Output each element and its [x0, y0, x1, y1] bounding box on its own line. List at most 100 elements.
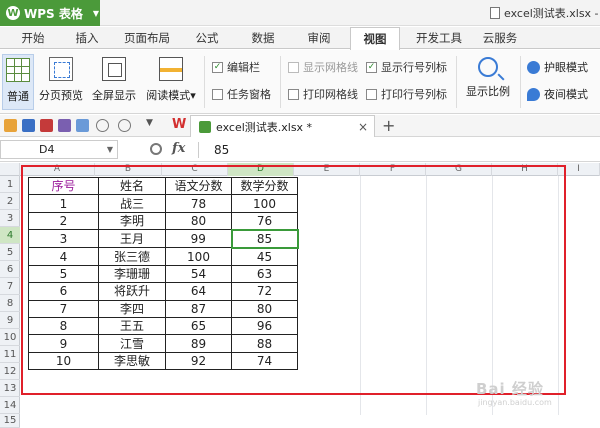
row-header[interactable]: 6	[0, 261, 20, 278]
reading-mode-label: 阅读模式▾	[146, 89, 196, 102]
formula-bar: D4 ▼ fx 85	[0, 138, 600, 162]
redo-icon[interactable]	[118, 119, 131, 132]
checkbox-icon	[288, 61, 299, 73]
full-screen-button[interactable]: 全屏显示	[90, 54, 138, 110]
formula-divider	[198, 142, 199, 158]
formula-input[interactable]: 85	[214, 143, 229, 157]
tab-insert[interactable]: 插入	[70, 27, 104, 49]
checkbox-label: 任务窗格	[227, 88, 271, 101]
row-header[interactable]: 5	[0, 244, 20, 261]
night-mode-label: 夜间模式	[544, 88, 588, 101]
checkbox-show-gridlines[interactable]: 显示网格线	[288, 59, 358, 75]
checkbox-label: 打印行号列标	[381, 88, 447, 101]
ribbon-divider	[520, 56, 521, 108]
search-icon[interactable]	[150, 143, 162, 155]
night-mode-button[interactable]: 夜间模式	[527, 86, 588, 102]
checkbox-label: 显示网格线	[303, 61, 358, 74]
normal-view-icon	[6, 58, 30, 82]
close-icon[interactable]: ×	[358, 120, 368, 134]
tab-document-label: excel测试表.xlsx *	[216, 120, 313, 134]
ribbon-divider	[280, 56, 281, 108]
row-header[interactable]: 10	[0, 329, 20, 346]
undo-icon[interactable]	[96, 119, 109, 132]
checkbox-icon: ✓	[366, 61, 377, 73]
tab-developer[interactable]: 开发工具	[410, 27, 468, 49]
spreadsheet-file-icon	[199, 120, 211, 133]
select-all-corner[interactable]	[0, 163, 20, 176]
normal-view-label: 普通	[7, 90, 29, 103]
checkbox-show-headings[interactable]: ✓ 显示行号列标	[366, 59, 447, 75]
ribbon-divider	[456, 56, 457, 108]
page-break-label: 分页预览	[39, 89, 83, 102]
checkbox-formula-bar[interactable]: ✓ 编辑栏	[212, 59, 260, 75]
row-header[interactable]: 15	[0, 414, 20, 428]
quick-access-toolbar: ▼ W excel测试表.xlsx * × +	[0, 115, 600, 137]
eye-protection-button[interactable]: 护眼模式	[527, 59, 588, 75]
document-icon	[490, 7, 500, 19]
reading-mode-icon	[159, 57, 183, 81]
zoom-label: 显示比例	[466, 85, 510, 98]
menu-bar: 开始 插入 页面布局 公式 数据 审阅 视图 开发工具 云服务	[0, 27, 600, 50]
full-screen-icon	[102, 57, 126, 81]
tab-cloud-service[interactable]: 云服务	[478, 27, 522, 49]
document-title: excel测试表.xlsx -	[490, 5, 599, 21]
function-icon[interactable]: fx	[172, 141, 185, 156]
name-box[interactable]: D4 ▼	[0, 140, 118, 159]
row-header[interactable]: 8	[0, 295, 20, 312]
title-bar: W WPS 表格 ▼ excel测试表.xlsx -	[0, 0, 600, 26]
tab-document[interactable]: excel测试表.xlsx * ×	[190, 115, 375, 137]
zoom-button[interactable]: 显示比例	[462, 54, 514, 110]
wps-logo-icon: W	[6, 6, 20, 20]
row-header[interactable]: 1	[0, 176, 20, 193]
annotation-highlight-box	[21, 165, 566, 395]
checkbox-print-headings[interactable]: 打印行号列标	[366, 86, 447, 102]
checkbox-label: 编辑栏	[227, 61, 260, 74]
chevron-down-icon: ▾	[190, 89, 196, 102]
ribbon-divider	[204, 56, 205, 108]
app-name: WPS 表格	[24, 6, 83, 21]
chevron-down-icon[interactable]: ▼	[107, 141, 113, 158]
checkbox-print-gridlines[interactable]: 打印网格线	[288, 86, 358, 102]
moon-icon	[527, 87, 540, 101]
tab-view[interactable]: 视图	[350, 27, 400, 50]
tab-data[interactable]: 数据	[246, 27, 280, 49]
eye-icon	[527, 60, 540, 74]
page-break-icon	[49, 57, 73, 81]
tab-home[interactable]: 开始	[16, 27, 50, 49]
tab-page-layout[interactable]: 页面布局	[120, 27, 174, 49]
row-header[interactable]: 3	[0, 210, 20, 227]
chevron-down-icon: ▼	[92, 8, 100, 18]
row-header[interactable]: 7	[0, 278, 20, 295]
app-menu-button[interactable]: W WPS 表格 ▼	[0, 0, 100, 26]
print-icon[interactable]	[58, 119, 71, 132]
watermark: Bai 经验	[476, 380, 544, 398]
reading-mode-button[interactable]: 阅读模式▾	[142, 54, 200, 110]
save-icon[interactable]	[22, 119, 35, 132]
row-header[interactable]: 2	[0, 193, 20, 210]
checkbox-task-pane[interactable]: 任务窗格	[212, 86, 271, 102]
chevron-down-icon[interactable]: ▼	[146, 118, 153, 128]
row-header[interactable]: 11	[0, 346, 20, 363]
page-break-preview-button[interactable]: 分页预览	[36, 54, 86, 110]
checkbox-label: 打印网格线	[303, 88, 358, 101]
checkbox-icon: ✓	[212, 61, 223, 73]
tab-formulas[interactable]: 公式	[190, 27, 224, 49]
checkbox-label: 显示行号列标	[381, 61, 447, 74]
export-pdf-icon[interactable]	[40, 119, 53, 132]
checkbox-icon	[212, 88, 223, 100]
checkbox-icon	[288, 88, 299, 100]
wps-spreadsheet-window: W WPS 表格 ▼ excel测试表.xlsx - 开始 插入 页面布局 公式…	[0, 0, 600, 428]
normal-view-button[interactable]: 普通	[2, 54, 34, 110]
print-preview-icon[interactable]	[76, 119, 89, 132]
row-header[interactable]: 14	[0, 397, 20, 414]
row-header[interactable]: 13	[0, 380, 20, 397]
open-folder-icon[interactable]	[4, 119, 17, 132]
row-header[interactable]: 4	[0, 227, 20, 244]
row-header[interactable]: 12	[0, 363, 20, 380]
eye-protection-label: 护眼模式	[544, 61, 588, 74]
watermark-url: jingyan.baidu.com	[478, 398, 552, 407]
add-tab-icon[interactable]: +	[382, 116, 395, 135]
tab-review[interactable]: 审阅	[302, 27, 336, 49]
row-header[interactable]: 9	[0, 312, 20, 329]
wps-w-icon[interactable]: W	[172, 117, 186, 132]
